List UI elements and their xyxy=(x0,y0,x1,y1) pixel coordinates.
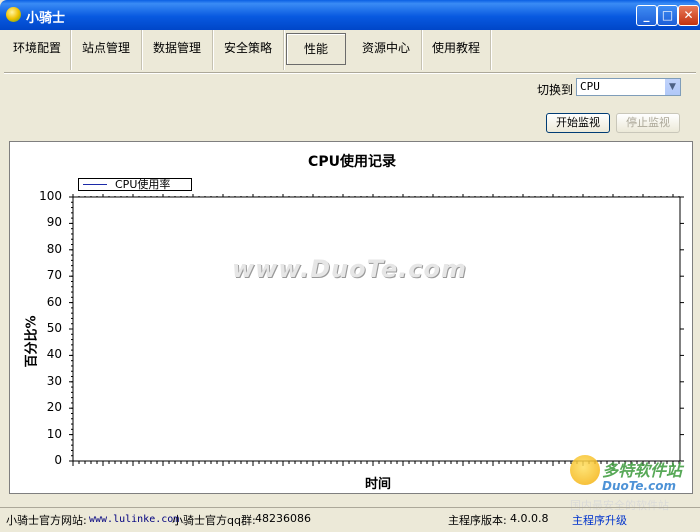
tab-security-policy[interactable]: 安全策略 xyxy=(213,30,284,70)
start-monitor-button[interactable]: 开始监视 xyxy=(546,113,610,133)
version-label: 主程序版本: xyxy=(448,514,507,527)
minimize-button[interactable]: _ xyxy=(636,5,657,26)
monitor-target-value: CPU xyxy=(580,80,600,93)
title-bar: 小骑士 _ □ ✕ xyxy=(0,0,700,30)
tab-environment-config[interactable]: 环境配置 xyxy=(4,30,71,70)
site-url-link[interactable]: www.lulinke.com xyxy=(89,514,179,525)
close-button[interactable]: ✕ xyxy=(678,5,699,26)
window-title: 小骑士 xyxy=(26,11,66,26)
duote-brand-text: 多特软件站 xyxy=(602,461,683,480)
plot-frame xyxy=(72,196,681,462)
tab-data-management[interactable]: 数据管理 xyxy=(142,30,213,70)
duote-watermark: www.DuoTe.com xyxy=(232,255,467,283)
status-bar: 小骑士官方网站: www.lulinke.com 小骑士官方qq群: 48236… xyxy=(0,507,700,532)
chevron-down-icon[interactable]: ▼ xyxy=(665,79,680,95)
qq-label: 小骑士官方qq群: xyxy=(172,514,256,527)
qq-value: 48236086 xyxy=(255,512,311,525)
stop-monitor-button[interactable]: 停止监视 xyxy=(616,113,680,133)
maximize-button[interactable]: □ xyxy=(657,5,678,26)
x-axis-label: 时间 xyxy=(365,477,392,492)
tab-site-management[interactable]: 站点管理 xyxy=(71,30,142,70)
monitor-target-select[interactable]: CPU ▼ xyxy=(576,78,681,96)
switch-to-label: 切换到 xyxy=(537,83,574,97)
version-value: 4.0.0.8 xyxy=(510,512,549,525)
tab-resource-center[interactable]: 资源中心 xyxy=(351,30,422,70)
tab-divider xyxy=(4,72,696,74)
duote-logo-icon xyxy=(570,455,600,485)
duote-url-text: DuoTe.com xyxy=(602,479,676,493)
main-tab-bar: 环境配置 站点管理 数据管理 安全策略 性能 资源中心 使用教程 xyxy=(4,30,696,70)
plot-area xyxy=(69,194,684,466)
upgrade-link[interactable]: 主程序升级 xyxy=(572,512,627,528)
tab-performance[interactable]: 性能 xyxy=(286,33,346,65)
duote-corner-logo: 多特软件站 DuoTe.com 国内最安全的软件站 xyxy=(570,455,696,515)
app-icon xyxy=(6,7,21,22)
site-label: 小骑士官方网站: xyxy=(6,514,87,527)
cpu-chart-panel: CPU使用记录 CPU使用率 百分比% 100 90 80 70 60 50 40 30 20 1… xyxy=(9,141,693,494)
tab-tutorial[interactable]: 使用教程 xyxy=(422,30,491,70)
